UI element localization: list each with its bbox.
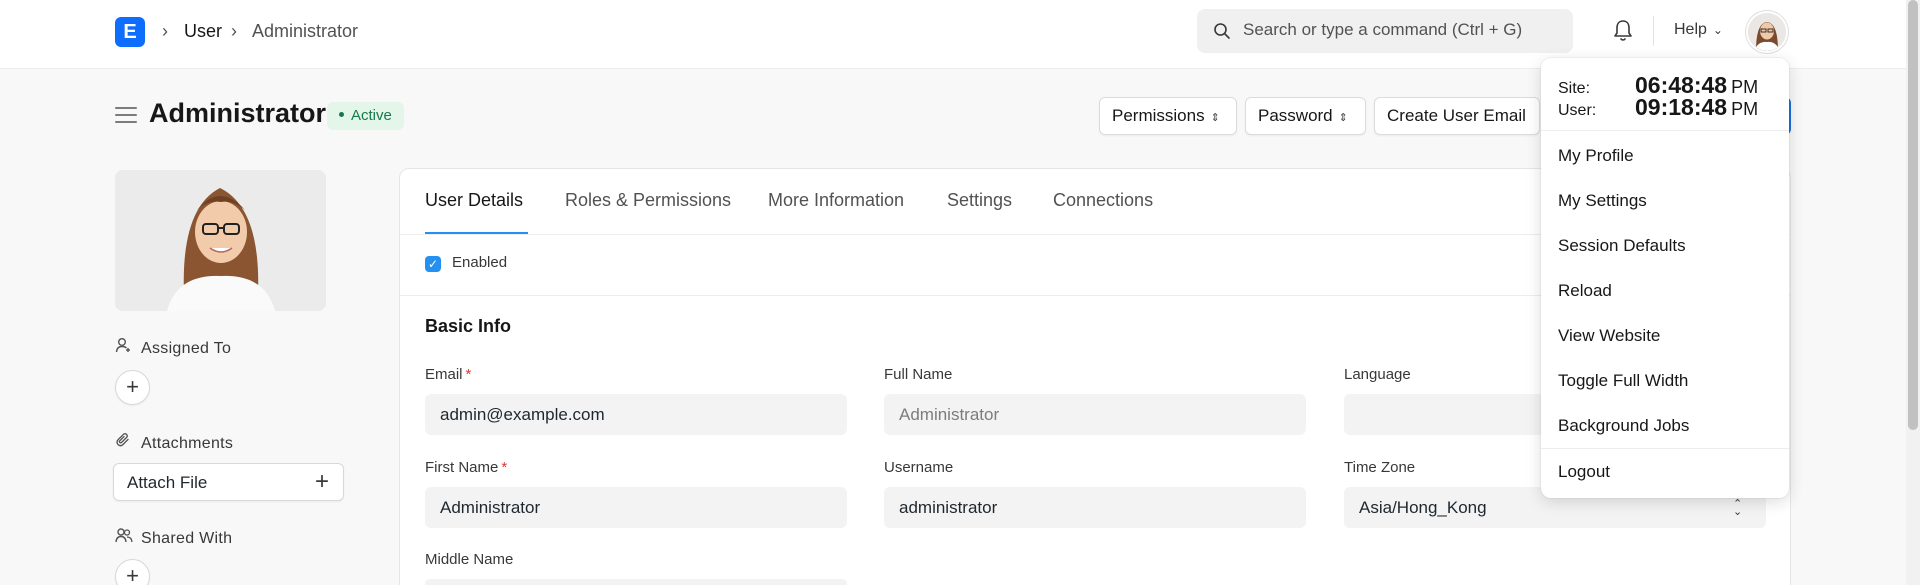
check-icon: ✓ [427, 257, 439, 271]
tab-more-information[interactable]: More Information [768, 190, 904, 211]
create-user-email-button[interactable]: Create User Email [1374, 97, 1540, 135]
user-ampm: PM [1731, 99, 1759, 119]
scrollbar-thumb[interactable] [1908, 0, 1918, 430]
page-title: Administrator [149, 98, 327, 128]
status-badge: Active [327, 102, 404, 130]
required-mark: * [465, 366, 472, 383]
tab-roles-permissions[interactable]: Roles & Permissions [565, 190, 731, 211]
email-field[interactable]: admin@example.com [425, 394, 847, 435]
middle-name-field[interactable] [425, 579, 847, 585]
active-tab-indicator [425, 232, 528, 234]
avatar-image [1748, 13, 1786, 51]
permissions-label: Permissions [1112, 106, 1205, 125]
user-icon [115, 337, 133, 358]
first-name-label: First Name * [425, 459, 507, 476]
section-title: Basic Info [425, 316, 512, 336]
menu-item-reload[interactable]: Reload [1558, 281, 1612, 301]
breadcrumb-user[interactable]: User [184, 20, 222, 42]
middle-name-label: Middle Name [425, 551, 514, 568]
shared-with-text: Shared With [141, 530, 233, 547]
menu-item-session-defaults[interactable]: Session Defaults [1558, 236, 1686, 256]
menu-item-background-jobs[interactable]: Background Jobs [1558, 416, 1689, 436]
users-icon [115, 527, 133, 548]
add-assignee-button[interactable]: + [115, 370, 150, 405]
plus-icon: + [126, 374, 139, 399]
tab-connections[interactable]: Connections [1053, 190, 1153, 211]
attachments-text: Attachments [141, 435, 234, 452]
username-label: Username [884, 459, 954, 476]
user-time-value: 09:18:48 [1635, 94, 1728, 120]
user-dropdown-menu: Site: 06:48:48 PM User: 09:18:48 PM My Profi… [1541, 58, 1789, 498]
search-icon [1214, 23, 1230, 39]
profile-photo [115, 170, 326, 311]
username-field[interactable]: administrator [884, 487, 1306, 528]
menu-item-logout[interactable]: Logout [1558, 462, 1610, 482]
bell-icon[interactable] [1613, 19, 1633, 43]
paperclip-icon [115, 432, 133, 453]
breadcrumb-administrator[interactable]: Administrator [252, 20, 358, 42]
user-time: User: 09:18:48 PM [1558, 94, 1758, 121]
menu-item-my-settings[interactable]: My Settings [1558, 191, 1647, 211]
assigned-to-text: Assigned To [141, 340, 232, 357]
plus-icon: + [314, 468, 329, 495]
full-name-label: Full Name [884, 366, 953, 383]
enabled-checkbox[interactable]: ✓ [425, 256, 441, 272]
avatar[interactable] [1746, 11, 1788, 53]
search-bar[interactable]: Search or type a command (Ctrl + G) [1197, 9, 1573, 53]
email-label: Email * [425, 366, 471, 383]
chevron-up-down-icon: ⇕ [1210, 112, 1220, 124]
password-label: Password [1258, 106, 1333, 125]
help-menu[interactable]: Help ⌄ [1674, 21, 1723, 39]
menu-item-view-website[interactable]: View Website [1558, 326, 1660, 346]
user-label: User: [1558, 102, 1597, 119]
attach-file-label: Attach File [127, 473, 208, 492]
divider [1653, 16, 1654, 46]
status-dot [339, 111, 344, 117]
plus-icon: + [126, 563, 139, 585]
select-arrows-icon: ⌃ ⌄ [1733, 498, 1743, 518]
app-logo[interactable]: E [115, 17, 145, 47]
menu-item-my-profile[interactable]: My Profile [1558, 146, 1634, 166]
chevron-right-icon: › [231, 21, 237, 41]
tab-settings[interactable]: Settings [947, 190, 1012, 211]
add-share-button[interactable]: + [115, 559, 150, 585]
first-name-field[interactable]: Administrator [425, 487, 847, 528]
profile-image[interactable] [115, 170, 326, 311]
chevron-down-icon: ⌄ [1712, 23, 1723, 37]
email-label-text: Email [425, 366, 463, 383]
menu-item-toggle-full-width[interactable]: Toggle Full Width [1558, 371, 1688, 391]
tab-user-details[interactable]: User Details [425, 190, 523, 211]
time-zone-label: Time Zone [1344, 459, 1416, 476]
dropdown-divider [1541, 448, 1789, 449]
enabled-label: Enabled [452, 254, 508, 271]
required-mark: * [501, 459, 508, 476]
assigned-to-label: Assigned To [115, 337, 231, 358]
language-label: Language [1344, 366, 1411, 383]
shared-with-label: Shared With [115, 527, 232, 548]
search-placeholder: Search or type a command (Ctrl + G) [1243, 20, 1523, 39]
attachments-label: Attachments [115, 432, 233, 453]
first-name-label-text: First Name [425, 459, 499, 476]
full-name-field: Administrator [884, 394, 1306, 435]
chevron-right-icon: › [162, 21, 168, 41]
permissions-button[interactable]: Permissions ⇕ [1099, 97, 1237, 135]
help-label: Help [1674, 21, 1707, 38]
chevron-up-down-icon: ⇕ [1338, 112, 1348, 124]
attach-file-button[interactable]: Attach File + [113, 463, 344, 501]
dropdown-divider [1541, 130, 1789, 131]
password-button[interactable]: Password ⇕ [1245, 97, 1366, 135]
status-label: Active [351, 107, 392, 124]
sidebar-toggle-icon[interactable] [115, 106, 137, 124]
language-field[interactable] [1344, 394, 1544, 435]
